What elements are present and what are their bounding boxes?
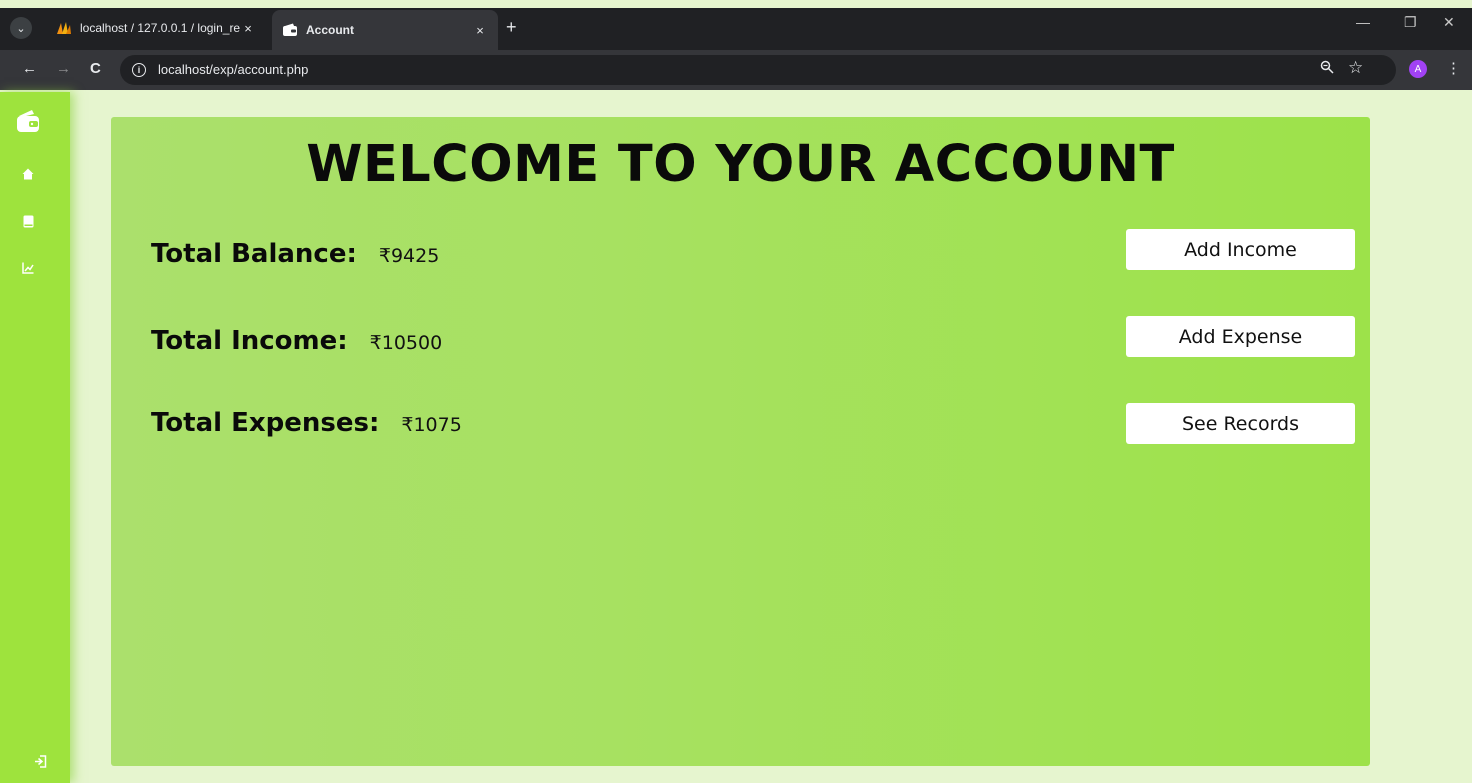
stat-label: Total Income:: [151, 326, 348, 356]
tab-account[interactable]: Account ×: [272, 10, 498, 50]
tab-title: localhost / 127.0.0.1 / login_reg: [80, 21, 240, 35]
site-info-icon[interactable]: i: [132, 63, 146, 77]
wallet-icon: [282, 23, 298, 37]
zoom-icon[interactable]: [1320, 60, 1334, 77]
bookmark-star-icon[interactable]: ☆: [1348, 58, 1363, 78]
forward-icon[interactable]: →: [56, 60, 71, 77]
wallet-icon[interactable]: [0, 108, 63, 134]
logout-icon[interactable]: [34, 755, 47, 771]
close-icon[interactable]: ×: [472, 23, 488, 38]
tab-title: Account: [306, 23, 354, 37]
new-tab-button[interactable]: +: [506, 17, 517, 38]
home-icon[interactable]: [0, 168, 63, 180]
account-panel: WELCOME TO YOUR ACCOUNT Total Balance: ₹…: [111, 117, 1370, 766]
income-row: Total Income: ₹10500: [151, 326, 442, 356]
book-icon[interactable]: [0, 215, 63, 228]
sidebar: [0, 92, 70, 783]
minimize-icon[interactable]: —: [1356, 14, 1370, 30]
window-top-edge: [0, 0, 1472, 8]
url-text[interactable]: localhost/exp/account.php: [158, 62, 308, 77]
stat-value: ₹10500: [369, 332, 443, 354]
back-icon[interactable]: ←: [22, 60, 37, 77]
tab-search-button[interactable]: ⌄: [10, 17, 32, 39]
window-close-icon[interactable]: ✕: [1443, 14, 1455, 31]
close-icon[interactable]: ×: [240, 21, 256, 36]
add-expense-button[interactable]: Add Expense: [1126, 316, 1355, 357]
page-title: WELCOME TO YOUR ACCOUNT: [306, 135, 1175, 194]
reload-icon[interactable]: C: [90, 60, 101, 77]
stat-value: ₹1075: [401, 414, 462, 436]
chart-icon[interactable]: [0, 262, 63, 274]
expenses-row: Total Expenses: ₹1075: [151, 408, 462, 438]
stat-label: Total Expenses:: [151, 408, 380, 438]
profile-avatar[interactable]: A: [1409, 60, 1427, 78]
browser-toolbar: ← → C i localhost/exp/account.php ☆ A ⋮: [0, 50, 1472, 90]
balance-row: Total Balance: ₹9425: [151, 239, 439, 269]
stat-value: ₹9425: [378, 245, 440, 267]
phpmyadmin-icon: [56, 21, 72, 35]
address-bar[interactable]: i localhost/exp/account.php ☆: [120, 55, 1396, 85]
add-income-button[interactable]: Add Income: [1126, 229, 1355, 270]
stat-label: Total Balance:: [151, 239, 357, 269]
tab-phpmyadmin[interactable]: localhost / 127.0.0.1 / login_reg ×: [46, 14, 266, 42]
see-records-button[interactable]: See Records: [1126, 403, 1355, 444]
restore-icon[interactable]: ❐: [1404, 14, 1417, 31]
menu-kebab-icon[interactable]: ⋮: [1446, 59, 1461, 77]
